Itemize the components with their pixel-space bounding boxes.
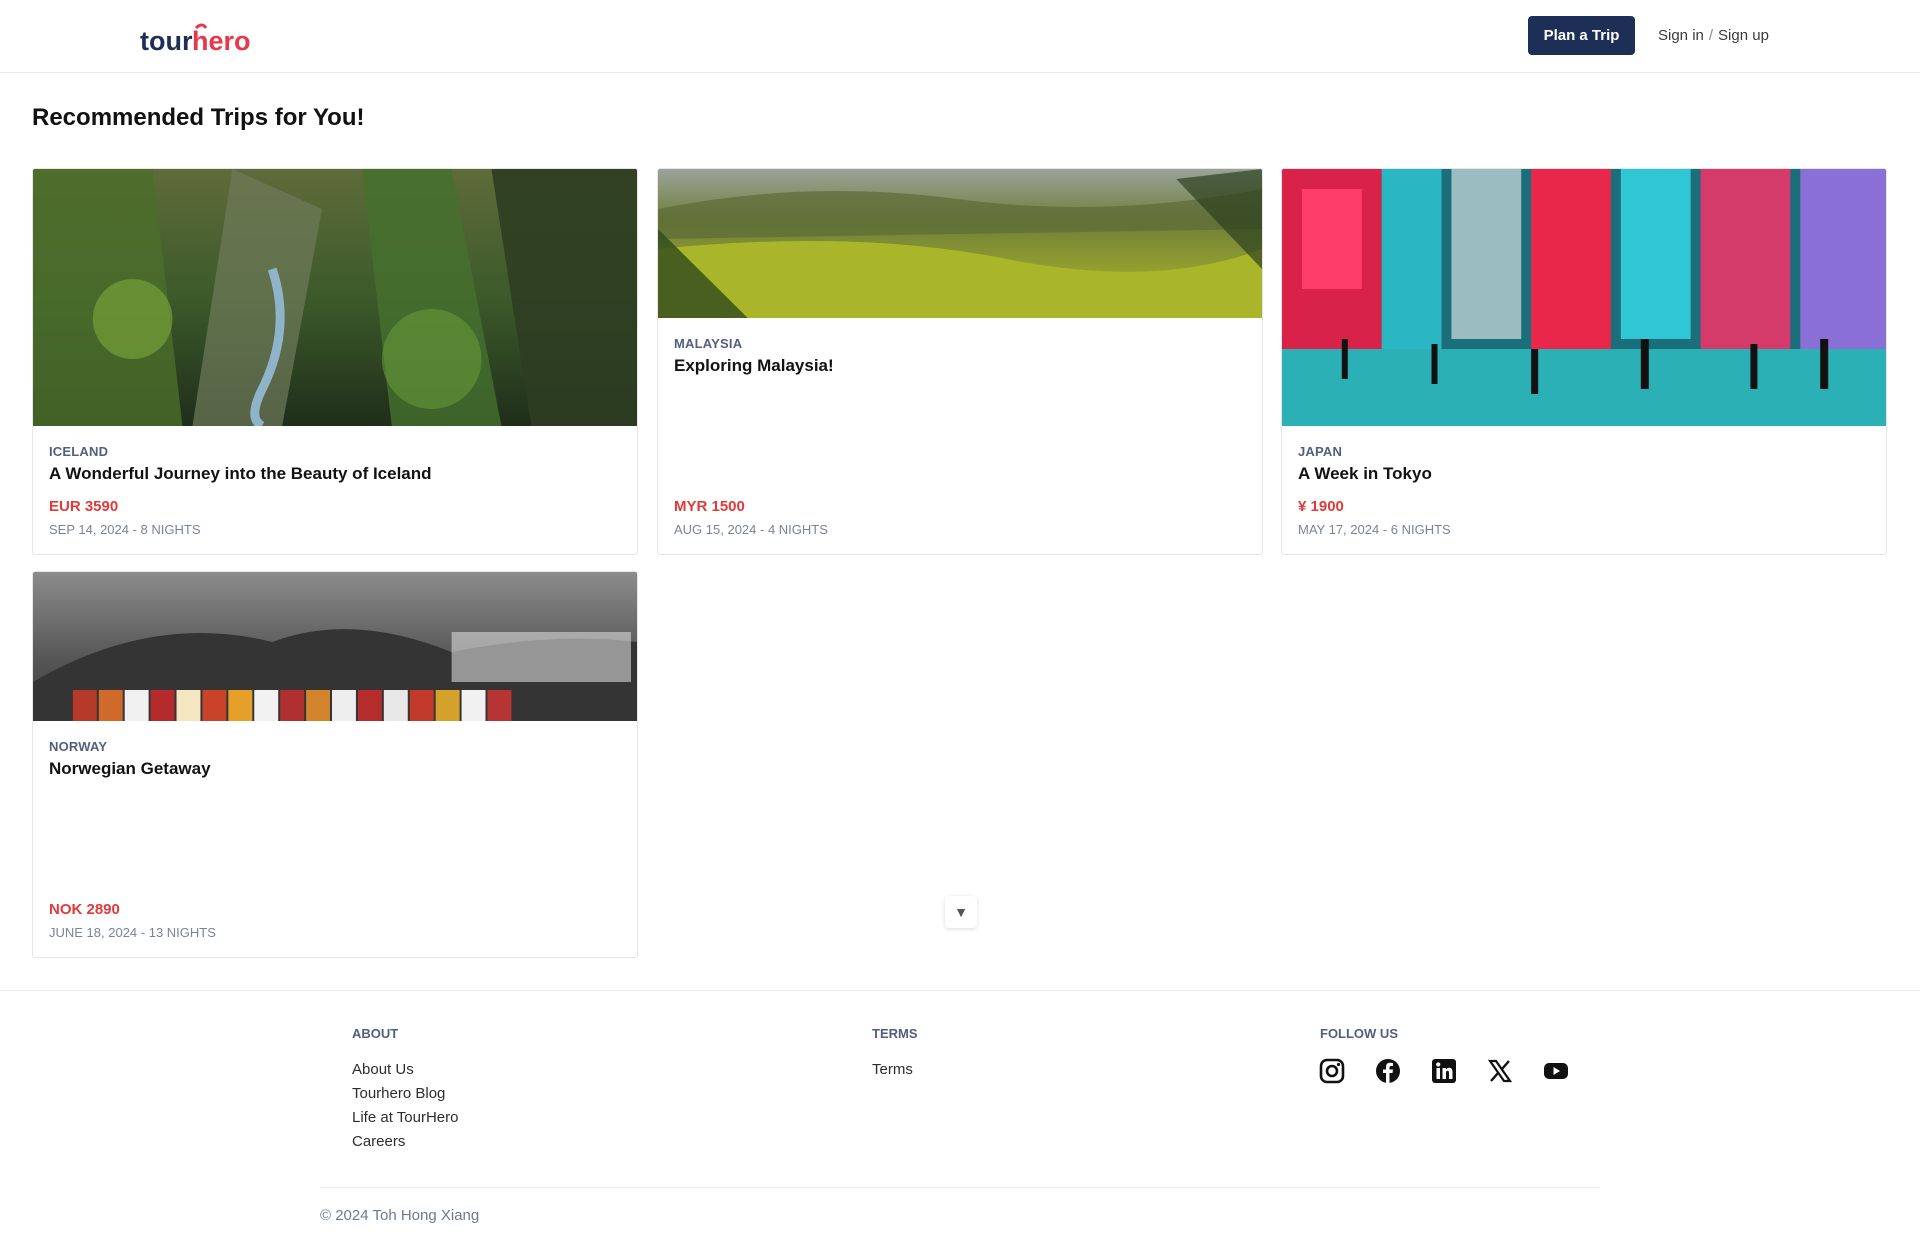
footer-link-careers[interactable]: Careers (352, 1133, 405, 1150)
trip-date: JUNE 18, 2024 - 13 NIGHTS (49, 925, 216, 940)
linkedin-icon[interactable] (1430, 1057, 1458, 1085)
footer-divider (0, 990, 1920, 991)
trip-card-body: ICELAND A Wonderful Journey into the Bea… (33, 426, 637, 554)
trip-card-japan[interactable]: JAPAN A Week in Tokyo ¥ 1900 MAY 17, 202… (1281, 168, 1887, 555)
top-header: tour hero Plan a Trip Sign in / Sign up (0, 0, 1920, 73)
trip-image-tokyo (1282, 169, 1886, 426)
footer-link-terms[interactable]: Terms (872, 1061, 913, 1078)
trip-date: SEP 14, 2024 - 8 NIGHTS (49, 522, 201, 537)
trip-card-norway[interactable]: NORWAY Norwegian Getaway NOK 2890 JUNE 1… (32, 571, 638, 958)
svg-text:tour: tour (140, 26, 193, 56)
x-icon[interactable] (1486, 1057, 1514, 1085)
trip-title: A Week in Tokyo (1298, 464, 1432, 483)
trip-country: ICELAND (49, 444, 109, 459)
auth-separator: / (1708, 27, 1714, 44)
footer-bottom-divider (320, 1187, 1600, 1188)
trip-title: Norwegian Getaway (49, 759, 211, 778)
trip-title: A Wonderful Journey into the Beauty of I… (49, 464, 432, 483)
youtube-icon[interactable] (1542, 1057, 1570, 1085)
sign-in-link[interactable]: Sign in (1658, 27, 1704, 44)
page-title: Recommended Trips for You! (32, 104, 365, 131)
trip-price: EUR 3590 (49, 498, 119, 515)
trip-image-malaysia (658, 169, 1262, 318)
trip-country: NORWAY (49, 739, 108, 754)
trip-card-malaysia[interactable]: MALAYSIA Exploring Malaysia! MYR 1500 AU… (657, 168, 1263, 555)
sign-up-link[interactable]: Sign up (1718, 27, 1769, 44)
plan-a-trip-button[interactable]: Plan a Trip (1528, 16, 1635, 55)
trip-price: NOK 2890 (49, 901, 120, 918)
trip-date: AUG 15, 2024 - 4 NIGHTS (674, 522, 828, 537)
scroll-down-button[interactable]: ▼ (945, 896, 977, 928)
copyright-text: © 2024 Toh Hong Xiang (320, 1207, 480, 1224)
trip-price: MYR 1500 (674, 498, 745, 515)
footer-terms-heading: TERMS (872, 1026, 918, 1041)
footer-link-life[interactable]: Life at TourHero (352, 1109, 458, 1126)
trip-image-norway (33, 572, 637, 721)
trip-country: MALAYSIA (674, 336, 743, 351)
trip-card-body: NORWAY Norwegian Getaway NOK 2890 JUNE 1… (33, 721, 637, 957)
trip-date: MAY 17, 2024 - 6 NIGHTS (1298, 522, 1451, 537)
footer-about-heading: ABOUT (352, 1026, 399, 1041)
footer-link-about-us[interactable]: About Us (352, 1061, 414, 1078)
footer-follow-heading: FOLLOW US (1320, 1026, 1398, 1041)
trip-price: ¥ 1900 (1298, 498, 1344, 515)
trip-card-body: MALAYSIA Exploring Malaysia! MYR 1500 AU… (658, 318, 1262, 554)
svg-text:hero: hero (192, 26, 250, 56)
facebook-icon[interactable] (1374, 1057, 1402, 1085)
auth-links: Sign in / Sign up (1658, 27, 1769, 44)
trip-title: Exploring Malaysia! (674, 356, 834, 375)
trip-country: JAPAN (1298, 444, 1343, 459)
footer-link-blog[interactable]: Tourhero Blog (352, 1085, 445, 1102)
instagram-icon[interactable] (1318, 1057, 1346, 1085)
chevron-down-icon: ▼ (954, 904, 968, 920)
trip-card-iceland[interactable]: ICELAND A Wonderful Journey into the Bea… (32, 168, 638, 555)
trip-image-iceland (33, 169, 637, 426)
tourhero-logo[interactable]: tour hero (140, 20, 250, 60)
trip-card-body: JAPAN A Week in Tokyo ¥ 1900 MAY 17, 202… (1282, 426, 1886, 554)
